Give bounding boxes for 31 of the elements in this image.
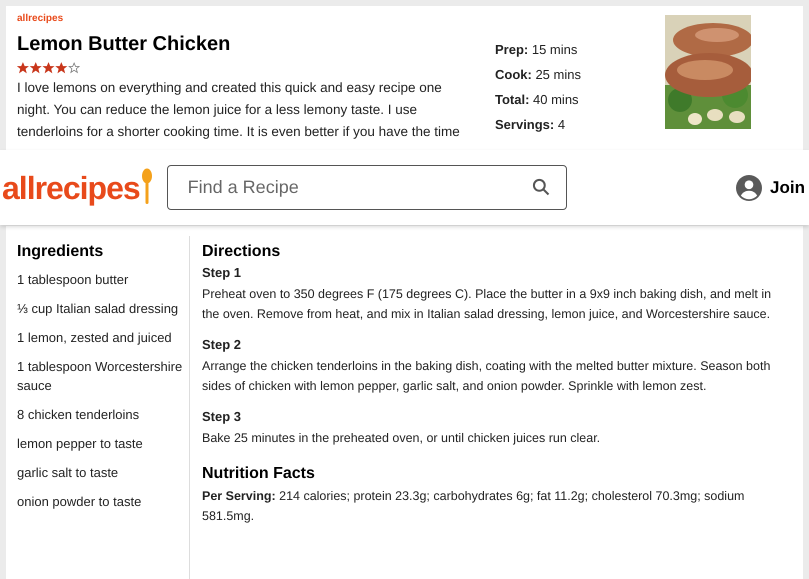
ingredients-heading: Ingredients bbox=[17, 242, 104, 262]
step-heading: Step 2 bbox=[202, 336, 242, 354]
search-icon[interactable] bbox=[530, 177, 551, 197]
step-text: Bake 25 minutes in the preheated oven, or until chicken juices run clear. bbox=[202, 430, 602, 447]
nutrition-heading: Nutrition Facts bbox=[202, 464, 315, 484]
ingredient: garlic salt to taste bbox=[17, 464, 120, 482]
recipe-meta: Servings: 4 bbox=[495, 116, 566, 134]
recipe-title: Lemon Butter Chicken bbox=[17, 32, 230, 57]
ingredient: onion powder to taste bbox=[17, 493, 142, 511]
logo: allrecipes bbox=[17, 14, 64, 24]
search-field[interactable]: Find a Recipe bbox=[166, 165, 567, 210]
step-heading: Step 3 bbox=[202, 408, 242, 426]
step-text: Preheat oven to 350 degrees F (175 degrees C). Place the butter in a 9x9 inch baking dish, and melt in the oven. Remove from heat, and mix in Italian salad dressing, lemon juice, and Worcestershire sauce. bbox=[202, 286, 772, 323]
directions-heading: Directions bbox=[202, 242, 280, 262]
ingredient: ⅓ cup Italian salad dressing bbox=[17, 300, 180, 318]
ingredient: lemon pepper to taste bbox=[17, 435, 144, 453]
site-logo[interactable]: allrecipes bbox=[2, 172, 140, 204]
recipe-description: I love lemons on everything and created this quick and easy recipe one night. You can reduce the lemon juice for a less lemony taste. I use tenderloins for a shorter cooking time. It is even better if you have the time bbox=[17, 79, 461, 141]
user-icon bbox=[736, 174, 762, 200]
step-heading: Step 1 bbox=[202, 264, 242, 282]
join-link[interactable]: Join bbox=[770, 174, 805, 200]
nutrition-text: Per Serving: 214 calories; protein 23.3g; carbohydrates 6g; fat 11.2g; cholesterol 70.3mg; sodium 581.5mg. bbox=[202, 488, 746, 525]
spoon-icon bbox=[140, 168, 153, 204]
ingredient: 1 tablespoon Worcestershire sauce bbox=[17, 358, 183, 395]
ingredient: 8 chicken tenderloins bbox=[17, 406, 140, 424]
ingredient: 1 lemon, zested and juiced bbox=[17, 329, 173, 347]
recipe-meta: Cook: 25 mins bbox=[495, 66, 581, 84]
step-text: Arrange the chicken tenderloins in the baking dish, coating with the melted butter mixture. Season both sides of chicken with lemon pepper, garlic salt, and onion powder. Sprinkle with lemon zest. bbox=[202, 358, 772, 395]
recipe-meta: Prep: 15 mins bbox=[495, 41, 578, 59]
ingredient: 1 tablespoon butter bbox=[17, 271, 130, 289]
recipe-meta: Total: 40 mins bbox=[495, 91, 579, 109]
